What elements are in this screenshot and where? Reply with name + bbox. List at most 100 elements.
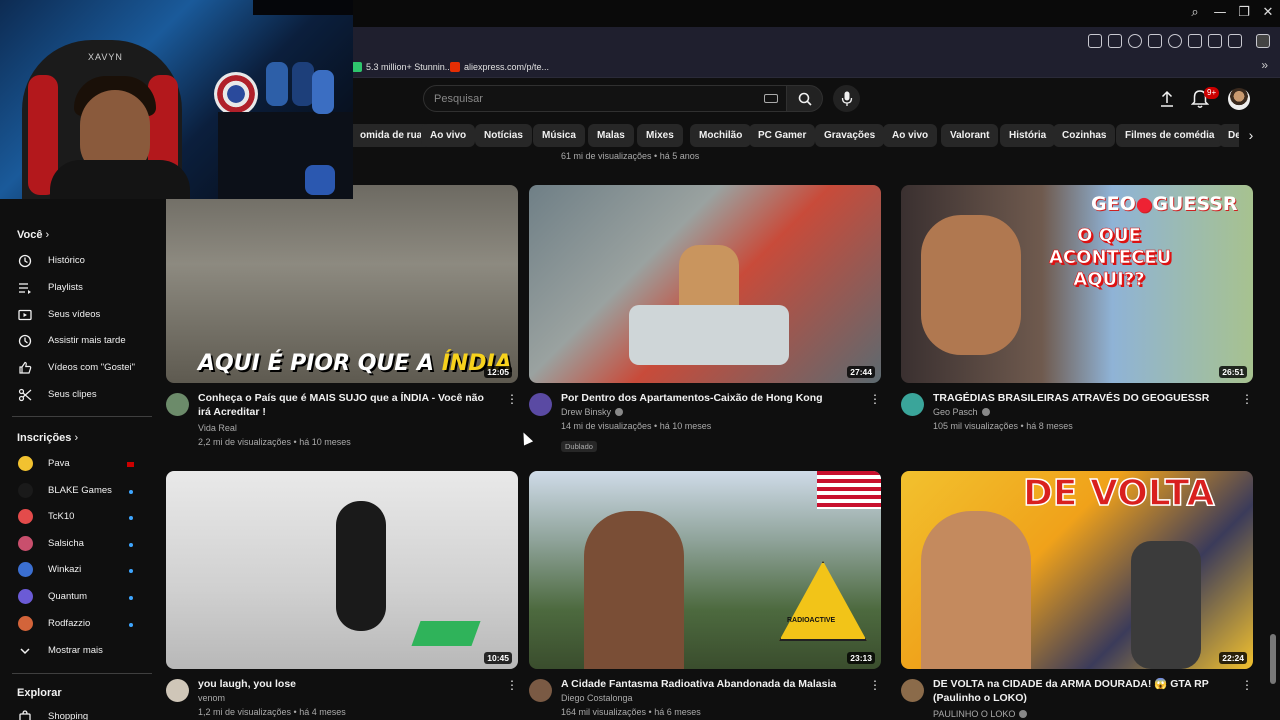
video-title[interactable]: DE VOLTA na CIDADE da ARMA DOURADA! 😱 GT… (933, 677, 1233, 705)
sidebar-subscription[interactable]: Salsicha (0, 531, 160, 557)
channel-avatar[interactable] (901, 393, 924, 416)
filter-chip[interactable]: Malas (588, 124, 634, 147)
channel-name[interactable]: venom (198, 693, 225, 703)
more-options-icon[interactable]: ⋮ (869, 677, 881, 693)
filter-chip[interactable]: Valorant (941, 124, 999, 147)
restore-icon[interactable]: ❐ (1235, 4, 1253, 22)
sidebar-divider (12, 416, 152, 417)
previous-row-meta: 61 mi de visualizações • há 5 anos (561, 151, 700, 161)
channel-name[interactable]: Diego Costalonga (561, 693, 633, 703)
sidebar-you-heading[interactable]: Você › (17, 229, 49, 241)
scrollbar-thumb[interactable] (1270, 634, 1276, 684)
more-options-icon[interactable]: ⋮ (1241, 391, 1253, 407)
filter-chip[interactable]: Mixes (637, 124, 683, 147)
captain-america-shield (214, 72, 258, 116)
sidebar-subscription[interactable]: Rodfazzio (0, 611, 160, 637)
channel-name[interactable]: Drew Binsky (561, 407, 624, 417)
play-icon[interactable] (1148, 34, 1162, 48)
channel-name[interactable]: PAULINHO O LOKO (933, 709, 1028, 719)
chevron-right-icon: › (45, 229, 50, 241)
minimize-icon[interactable]: — (1211, 4, 1229, 22)
streamer-body (50, 160, 190, 199)
video-thumbnail[interactable]: 27:44 (529, 185, 881, 383)
playlists-icon (19, 283, 31, 294)
filter-chip[interactable]: Cozinhas (1053, 124, 1116, 147)
channel-avatar[interactable] (901, 679, 924, 702)
sidebar-show-more[interactable]: Mostrar mais (0, 638, 160, 664)
video-title[interactable]: Por Dentro dos Apartamentos-Caixão de Ho… (561, 391, 861, 405)
channel-avatar (18, 562, 33, 578)
sidebar-subscription[interactable]: TcK10 (0, 504, 160, 530)
profile-icon[interactable] (1256, 34, 1270, 48)
video-title[interactable]: Conheça o País que é MAIS SUJO que a ÍND… (198, 391, 498, 419)
video-thumbnail[interactable]: DE VOLTA 22:24 (901, 471, 1253, 669)
filter-chip[interactable]: Ao vivo (421, 124, 476, 147)
filter-chip[interactable]: omida de rua (351, 124, 432, 147)
bookmark-pixabay[interactable]: 5.3 million+ Stunnin... (352, 60, 452, 74)
video-title[interactable]: you laugh, you lose (198, 677, 498, 691)
video-thumbnail[interactable]: RADIOACTIVE 23:13 (529, 471, 881, 669)
sidebar-item-clips[interactable]: Seus clipes (0, 382, 160, 408)
voice-search-button[interactable] (833, 85, 860, 112)
sidebar-item-history[interactable]: Histórico (0, 248, 160, 274)
search-icon (798, 92, 812, 106)
close-icon[interactable]: ✕ (1259, 4, 1277, 22)
keyboard-icon[interactable] (764, 94, 778, 103)
channel-avatar[interactable] (166, 679, 189, 702)
sidebar: Você › Histórico Playlists Seus vídeos Assi… (0, 199, 160, 720)
sidebar-item-like[interactable]: Vídeos com "Gostei" (0, 355, 160, 381)
thumbnail-caption: DE VOLTA (1022, 472, 1215, 515)
channel-name[interactable]: Vida Real (198, 423, 237, 433)
filter-chip[interactable]: PC Gamer (749, 124, 816, 147)
channel-avatar[interactable] (529, 393, 552, 416)
sidebar-subscription[interactable]: BLAKE Games (0, 478, 160, 504)
video-meta: 105 mil visualizações • há 8 meses (933, 421, 1073, 431)
chips-next-icon[interactable]: › (1239, 124, 1263, 147)
screenshot-icon[interactable] (1108, 34, 1122, 48)
channel-avatar (18, 456, 33, 471)
filter-chip[interactable]: Filmes de comédia (1116, 124, 1224, 147)
sidebar-item-shopping[interactable]: Shopping (0, 704, 160, 720)
more-options-icon[interactable]: ⋮ (869, 391, 881, 407)
bookmark-aliexpress[interactable]: aliexpress.com/p/te... (450, 60, 549, 74)
like-icon (19, 362, 32, 374)
account-avatar[interactable] (1228, 88, 1250, 110)
sidebar-item-playlists[interactable]: Playlists (0, 275, 160, 301)
filter-chip[interactable]: Ao vivo (883, 124, 938, 147)
search-button[interactable] (787, 85, 823, 112)
more-options-icon[interactable]: ⋮ (1241, 677, 1253, 693)
sidebar-subscriptions-heading[interactable]: Inscrições › (17, 432, 78, 444)
filter-chip[interactable]: Gravações (815, 124, 885, 147)
filter-chip[interactable]: Música (533, 124, 585, 147)
upload-icon[interactable] (1159, 90, 1175, 108)
sidebar-subscription[interactable]: Winkazi (0, 557, 160, 583)
menu-icon[interactable] (1228, 34, 1242, 48)
sidebar-subscription[interactable]: Pava (0, 451, 160, 477)
sidebar-subscription[interactable]: Quantum (0, 584, 160, 610)
more-options-icon[interactable]: ⋮ (506, 391, 518, 407)
channel-avatar[interactable] (166, 393, 189, 416)
sidebar-item-your-videos[interactable]: Seus vídeos (0, 302, 160, 328)
more-options-icon[interactable]: ⋮ (506, 677, 518, 693)
shield-icon[interactable] (1128, 34, 1142, 48)
browser-search-icon[interactable]: ⌕ (1186, 4, 1204, 22)
filter-chip[interactable]: História (1000, 124, 1056, 147)
thumbnail-sign-text: RADIOACTIVE (787, 617, 836, 624)
channel-avatar[interactable] (529, 679, 552, 702)
video-thumbnail[interactable]: AQUI É PIOR QUE A ÍNDIA 12:05 (166, 185, 518, 383)
heart-icon[interactable] (1168, 34, 1182, 48)
history-toolbar-icon[interactable] (1188, 34, 1202, 48)
video-title[interactable]: TRAGÉDIAS BRASILEIRAS ATRAVÉS DO GEOGUES… (933, 391, 1233, 405)
bookmarks-more-icon[interactable]: » (1261, 58, 1268, 72)
video-thumbnail[interactable]: 10:45 (166, 471, 518, 669)
new-content-dot (129, 622, 133, 627)
edit-icon[interactable] (1088, 34, 1102, 48)
filter-chip[interactable]: Mochilão (690, 124, 752, 147)
filter-chip[interactable]: Notícias (475, 124, 532, 147)
video-thumbnail[interactable]: GEO●GUESSR O QUE ACONTECEU AQUI?? 26:51 (901, 185, 1253, 383)
video-title[interactable]: A Cidade Fantasma Radioativa Abandonada … (561, 677, 861, 691)
search-input[interactable] (434, 91, 734, 107)
channel-name[interactable]: Geo Pasch (933, 407, 990, 417)
sidebar-item-watch-later[interactable]: Assistir mais tarde (0, 328, 160, 354)
download-icon[interactable] (1208, 34, 1222, 48)
